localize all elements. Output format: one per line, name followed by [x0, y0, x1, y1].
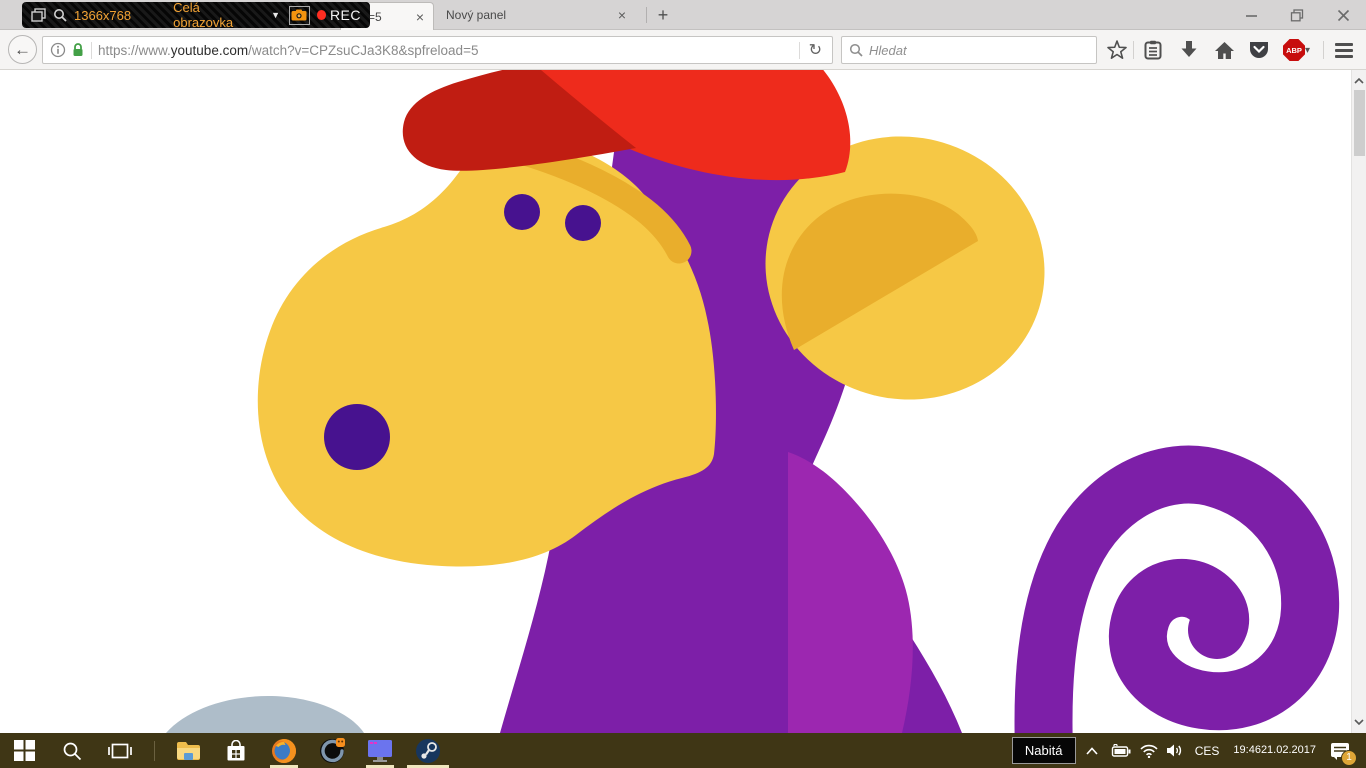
- system-care-app-button[interactable]: [308, 733, 356, 768]
- tab-separator: [646, 7, 647, 23]
- volume-icon[interactable]: [1166, 743, 1184, 758]
- tab-close-icon[interactable]: ×: [616, 8, 628, 22]
- monkey-eye-right: [565, 205, 601, 241]
- monkey-tail: [1043, 475, 1310, 733]
- task-view-button[interactable]: [96, 733, 144, 768]
- page-info-icon[interactable]: [50, 42, 66, 58]
- file-explorer-button[interactable]: [164, 733, 212, 768]
- url-scheme: https://www.: [98, 43, 171, 58]
- taskbar-apps: [0, 733, 452, 768]
- home-button[interactable]: [1211, 38, 1237, 62]
- tray-expand-icon[interactable]: [1086, 747, 1098, 755]
- recording-status: REC: [330, 7, 361, 23]
- close-button[interactable]: [1320, 0, 1366, 30]
- tab-new-panel[interactable]: Nový panel ×: [434, 0, 640, 30]
- start-button[interactable]: [0, 733, 48, 768]
- toolbar-divider: [1133, 41, 1134, 59]
- tab-close-icon[interactable]: ×: [414, 10, 426, 24]
- adblock-caret-icon[interactable]: ▾: [1305, 45, 1310, 56]
- minimize-button[interactable]: [1228, 0, 1274, 30]
- page-scrollbar[interactable]: [1351, 70, 1366, 733]
- desktop: oad=5 × Nový panel × + 1366x768 Celá obr…: [0, 0, 1366, 768]
- recorder-mode-select[interactable]: Celá obrazovka: [173, 0, 257, 30]
- pocket-button[interactable]: [1246, 38, 1272, 62]
- scroll-up-icon[interactable]: [1352, 72, 1366, 90]
- window-controls: [1228, 0, 1366, 30]
- language-indicator[interactable]: CES: [1195, 744, 1220, 758]
- browser-toolbar: ← https://www.youtube.com/watch?v=CPZsuC…: [0, 30, 1366, 70]
- search-bar[interactable]: [841, 36, 1097, 64]
- battery-charging-icon[interactable]: [1110, 744, 1131, 757]
- youtube-video-frame[interactable]: [0, 70, 1366, 733]
- bookmarks-menu-icon[interactable]: [1140, 38, 1166, 62]
- taskbar-divider: [144, 733, 164, 768]
- monkey-illustration: [0, 70, 1352, 733]
- urlbar-divider: [91, 42, 92, 59]
- reload-button[interactable]: ↻: [806, 40, 825, 60]
- back-button[interactable]: ←: [8, 35, 37, 64]
- windows-store-button[interactable]: [212, 733, 260, 768]
- dropdown-arrow-icon[interactable]: ▼: [271, 10, 280, 20]
- url-bar[interactable]: https://www.youtube.com/watch?v=CPZsuCJa…: [42, 36, 833, 64]
- adblock-plus-button[interactable]: ABP: [1281, 38, 1307, 62]
- search-icon: [849, 43, 863, 57]
- https-lock-icon[interactable]: [71, 42, 85, 58]
- monitor-app-button[interactable]: [356, 733, 404, 768]
- menu-button[interactable]: [1331, 38, 1357, 62]
- steam-taskbar-button[interactable]: [404, 733, 452, 768]
- notification-badge: 1: [1341, 750, 1357, 766]
- adblock-badge: ABP: [1283, 39, 1305, 61]
- clock-date: 21.02.2017: [1261, 744, 1316, 757]
- windows-taskbar: Nabitá CES 19:46 21.02.2017 1: [0, 733, 1366, 768]
- url-domain: youtube.com: [171, 43, 248, 58]
- recorder-resolution: 1366x768: [74, 8, 131, 23]
- gray-rock: [166, 696, 364, 733]
- clock-time: 19:46: [1233, 744, 1261, 757]
- wifi-icon[interactable]: [1140, 744, 1158, 758]
- window-select-icon[interactable]: [31, 8, 46, 22]
- toolbar-divider: [1323, 41, 1324, 59]
- urlbar-divider: [799, 42, 800, 59]
- monkey-chest-highlight: [788, 452, 913, 733]
- bookmark-star-button[interactable]: [1104, 38, 1130, 62]
- screenshot-camera-button[interactable]: [289, 6, 310, 25]
- clock[interactable]: 19:46 21.02.2017: [1233, 744, 1316, 757]
- scrollbar-thumb[interactable]: [1354, 90, 1365, 156]
- monkey-eye-left: [504, 194, 540, 230]
- magnifier-icon[interactable]: [53, 8, 67, 22]
- browser-tab-bar: oad=5 × Nový panel × + 1366x768 Celá obr…: [0, 0, 1366, 30]
- restore-button[interactable]: [1274, 0, 1320, 30]
- page-content: [0, 70, 1366, 733]
- downloads-button[interactable]: [1176, 38, 1202, 62]
- scroll-down-icon[interactable]: [1352, 713, 1366, 731]
- new-tab-button[interactable]: +: [650, 3, 676, 28]
- action-center-button[interactable]: 1: [1330, 742, 1350, 760]
- address-text[interactable]: https://www.youtube.com/watch?v=CPZsuCJa…: [98, 43, 793, 58]
- monkey-nostril: [324, 404, 390, 470]
- taskbar-search-button[interactable]: [48, 733, 96, 768]
- screen-recorder-toolbar[interactable]: 1366x768 Celá obrazovka ▼ REC: [22, 2, 370, 28]
- search-input[interactable]: [869, 43, 1089, 58]
- tab-title: Nový panel: [446, 8, 616, 22]
- hamburger-icon: [1335, 43, 1353, 58]
- battery-tooltip: Nabitá: [1012, 737, 1076, 764]
- recording-dot-icon: [317, 10, 326, 20]
- url-path: /watch?v=CPZsuCJa3K8&spfreload=5: [248, 43, 478, 58]
- firefox-taskbar-button[interactable]: [260, 733, 308, 768]
- system-tray: Nabitá CES 19:46 21.02.2017 1: [1012, 733, 1366, 768]
